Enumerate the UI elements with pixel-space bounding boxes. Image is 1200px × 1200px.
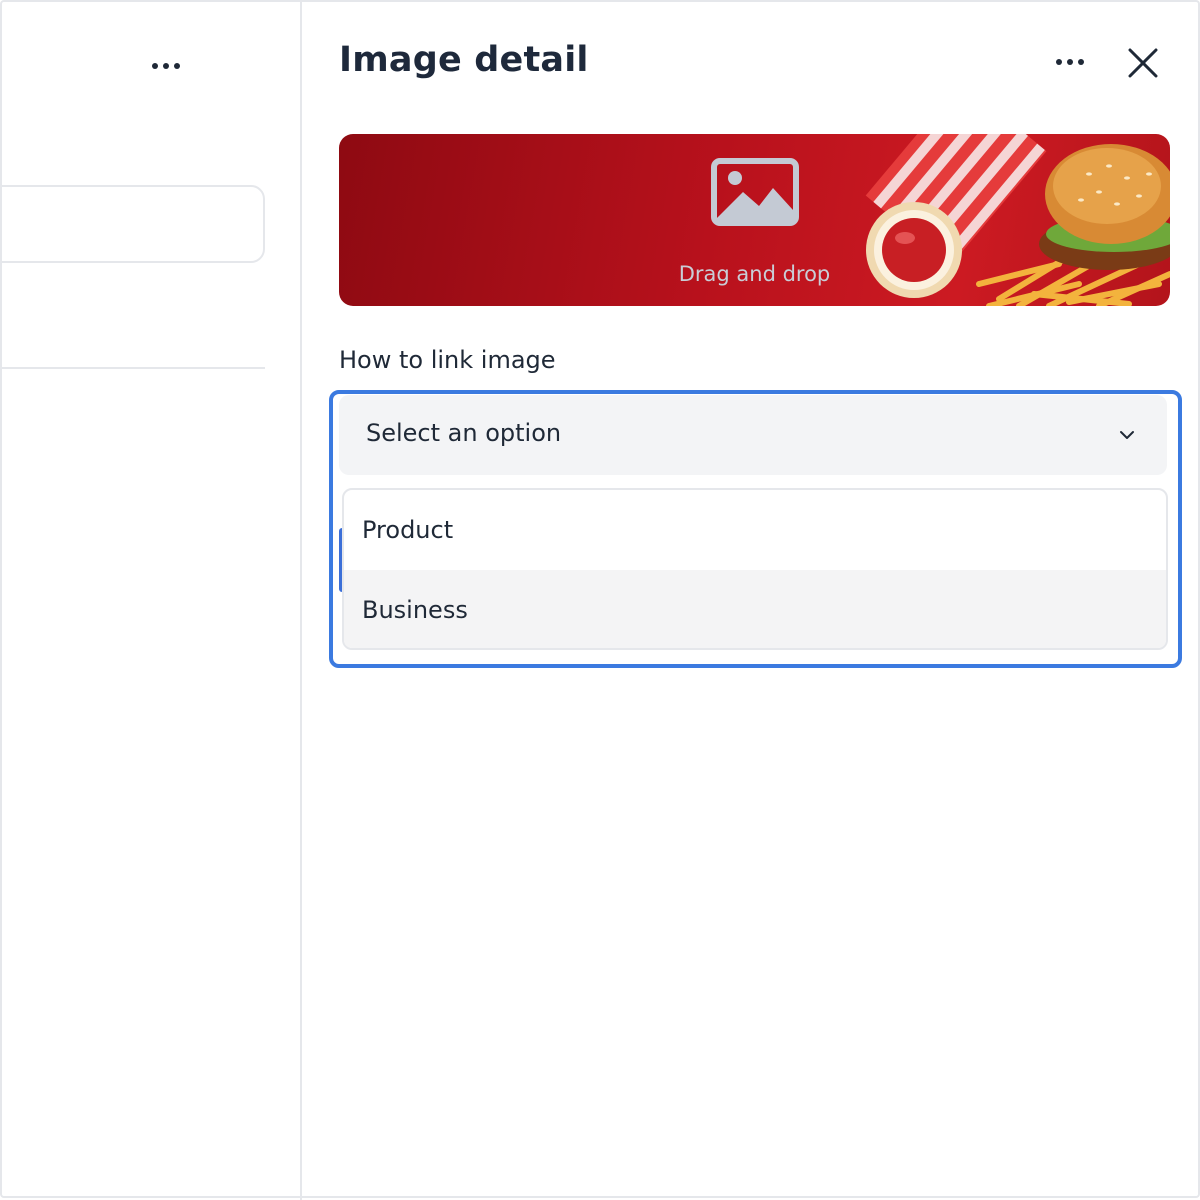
chevron-down-icon	[1120, 431, 1134, 439]
left-panel	[2, 2, 302, 1200]
image-icon	[711, 158, 799, 226]
more-dot-icon	[1078, 59, 1084, 65]
more-dot-icon	[152, 63, 158, 69]
dropdown-menu: Product Business	[342, 488, 1168, 650]
more-dot-icon	[174, 63, 180, 69]
drag-and-drop-text: Drag and drop	[678, 262, 831, 286]
image-upload-dropzone[interactable]: Drag and drop	[339, 134, 1170, 306]
link-field-label: How to link image	[339, 346, 556, 374]
app-frame: Image detail Drag and drop How to link i…	[0, 0, 1200, 1200]
option-business[interactable]: Business	[344, 570, 1166, 648]
left-divider	[2, 367, 265, 369]
link-type-select[interactable]: Select an option	[339, 395, 1167, 475]
panel-title: Image detail	[339, 40, 589, 80]
left-more-options-button[interactable]	[148, 54, 184, 78]
more-dot-icon	[1056, 59, 1062, 65]
more-options-button[interactable]	[1050, 48, 1090, 76]
more-dot-icon	[163, 63, 169, 69]
close-icon	[1128, 48, 1158, 78]
more-dot-icon	[1067, 59, 1073, 65]
left-text-input[interactable]	[2, 185, 265, 263]
close-button[interactable]	[1122, 42, 1164, 84]
select-placeholder: Select an option	[366, 419, 562, 447]
option-product[interactable]: Product	[344, 490, 1166, 570]
